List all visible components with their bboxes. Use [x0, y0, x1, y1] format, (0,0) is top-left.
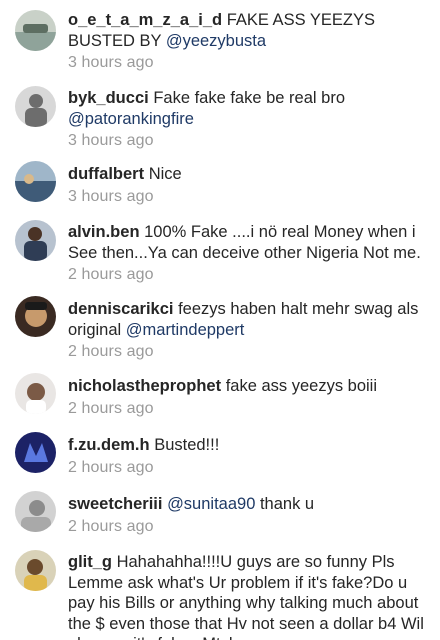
comment-timestamp: 3 hours ago	[68, 54, 154, 71]
user-avatar[interactable]	[15, 10, 56, 51]
comment-timestamp: 2 hours ago	[68, 517, 154, 535]
comment-username[interactable]: f.zu.dem.h	[68, 436, 150, 454]
comments-list: o_e_t_a_m_z_a_i_d FAKE ASS YEEZYS BUSTED…	[0, 0, 440, 640]
user-avatar[interactable]	[15, 373, 56, 414]
comment-timestamp: 2 hours ago	[68, 458, 154, 476]
comment-text: thank u	[259, 495, 315, 513]
comment-mention[interactable]: @sunitaa90	[167, 495, 255, 513]
comment-text: fake ass yeezys boiii	[225, 377, 378, 395]
comment-mention[interactable]: @yeezybusta	[166, 32, 266, 50]
comment-mention[interactable]: @patorankingfire	[68, 110, 194, 128]
comment-timestamp: 3 hours ago	[68, 132, 154, 149]
user-avatar[interactable]	[15, 86, 56, 127]
avatar-ground	[15, 32, 56, 51]
comment-text: Nice	[148, 165, 182, 183]
comment-text: Hahahahha!!!!U guys are so funny Pls Lem…	[68, 553, 424, 640]
user-avatar[interactable]	[15, 296, 56, 337]
comment-timestamp: 2 hours ago	[68, 266, 154, 283]
user-avatar[interactable]	[15, 161, 56, 202]
user-avatar[interactable]	[15, 491, 56, 532]
comment-username[interactable]: o_e_t_a_m_z_a_i_d	[68, 11, 222, 29]
comment-text: Fake fake fake be real bro	[153, 89, 346, 107]
comment-timestamp: 2 hours ago	[68, 399, 154, 417]
user-avatar[interactable]	[15, 432, 56, 473]
comment-username[interactable]: duffalbert	[68, 165, 144, 183]
comment-username[interactable]: sweetcheriii	[68, 495, 162, 513]
user-avatar[interactable]	[15, 550, 56, 591]
comment-username[interactable]: glit_g	[68, 553, 112, 571]
comment-text: Busted!!!	[154, 436, 220, 454]
comment-timestamp: 2 hours ago	[68, 343, 154, 360]
comment-username[interactable]: alvin.ben	[68, 223, 140, 241]
comment-username[interactable]: denniscarikci	[68, 300, 173, 318]
user-avatar[interactable]	[15, 220, 56, 261]
comment-mention[interactable]: @martindeppert	[126, 321, 245, 339]
comment-username[interactable]: byk_ducci	[68, 89, 149, 107]
comment-timestamp: 3 hours ago	[68, 187, 154, 205]
comment-username[interactable]: nicholastheprophet	[68, 377, 221, 395]
